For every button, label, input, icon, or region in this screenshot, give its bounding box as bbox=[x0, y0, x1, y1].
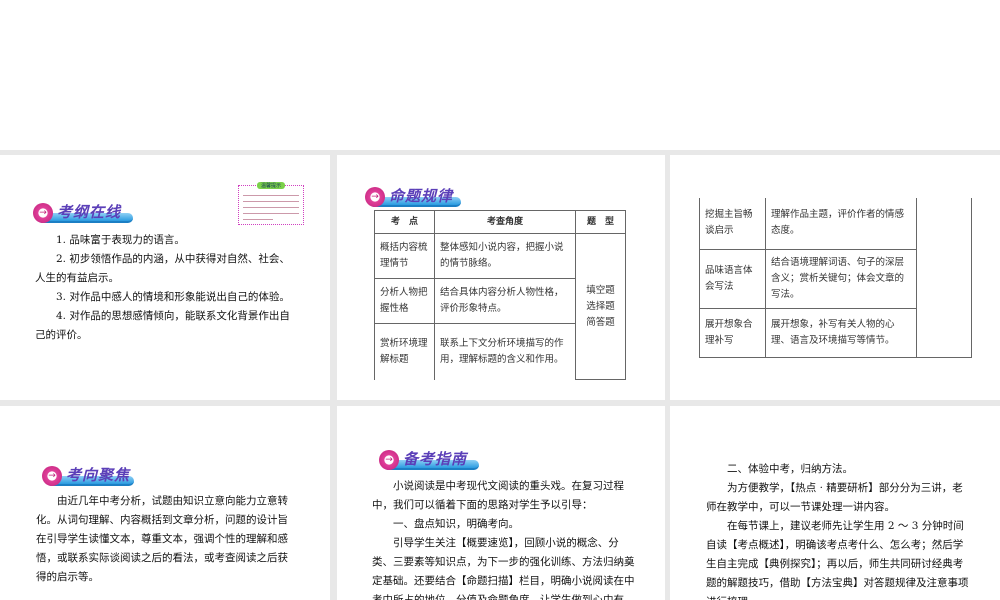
list-item: 1. 品味富于表现力的语言。 bbox=[56, 234, 185, 246]
arrow-circle-icon: → bbox=[42, 466, 62, 486]
section-header: → 命题规律 bbox=[365, 185, 461, 209]
list-item: 3. 对作品中感人的情境和形象能说出自己的体验。 bbox=[56, 291, 290, 303]
section-header: → 备考指南 bbox=[379, 448, 479, 472]
arrow-circle-icon: → bbox=[33, 203, 53, 223]
slide-thumbnail-5[interactable]: → 备考指南 小说阅读是中考现代文阅读的重头戏。在复习过程中，我们可以循着下面的… bbox=[337, 406, 665, 600]
table-row: 挖掘主旨畅谈启示 理解作品主题，评价作者的情感态度。 bbox=[699, 198, 972, 358]
exam-pattern-table: 考 点考查角度题 型 概括内容梳理情节 整体感知小说内容，把握小说的情节脉络。 填空… bbox=[374, 210, 626, 380]
tip-note-image: 温馨提示 bbox=[238, 182, 304, 225]
slide-thumbnail-6[interactable]: 二、体验中考，归纳方法。 为方便教学，【热点 · 精要研析】部分分为三讲，老师在… bbox=[670, 406, 1000, 600]
slide-thumbnail-3[interactable]: 挖掘主旨畅谈启示 理解作品主题，评价作者的情感态度。 品味语言体会写法 结合语境理解… bbox=[670, 155, 1000, 400]
section-header: → 考向聚焦 bbox=[42, 464, 134, 488]
focus-paragraph: 由近几年中考分析，试题由知识立意向能力立意转化。从词句理解、内容概括到文章分析，… bbox=[36, 495, 288, 583]
arrow-circle-icon: → bbox=[365, 187, 385, 207]
objectives-list: 1. 品味富于表现力的语言。 2. 初步领悟作品的内涵，从中获得对自然、社会、人… bbox=[35, 231, 293, 345]
slide-thumbnail-2[interactable]: → 命题规律 考 点考查角度题 型 概括内容梳理情节 整体感知小说内容，把握小说的… bbox=[337, 155, 665, 400]
exam-pattern-table-continued: 挖掘主旨畅谈启示 理解作品主题，评价作者的情感态度。 品味语言体会写法 结合语境理解… bbox=[699, 198, 972, 358]
method-text: 二、体验中考，归纳方法。 为方便教学，【热点 · 精要研析】部分分为三讲，老师在… bbox=[706, 463, 969, 600]
slide-thumbnail-4[interactable]: → 考向聚焦 由近几年中考分析，试题由知识立意向能力立意转化。从词句理解、内容概… bbox=[0, 406, 330, 600]
arrow-circle-icon: → bbox=[379, 450, 399, 470]
list-item: 2. 初步领悟作品的内涵，从中获得对自然、社会、人生的有益启示。 bbox=[35, 253, 290, 284]
section-header: → 考纲在线 bbox=[33, 201, 133, 225]
list-item: 4. 对作品的思想感情倾向，能联系文化背景作出自己的评价。 bbox=[35, 310, 290, 341]
table-row: 概括内容梳理情节 整体感知小说内容，把握小说的情节脉络。 填空题 选择题 简答题 bbox=[374, 233, 626, 380]
guide-text: 小说阅读是中考现代文阅读的重头戏。在复习过程中，我们可以循着下面的思路对学生予以… bbox=[372, 480, 635, 600]
